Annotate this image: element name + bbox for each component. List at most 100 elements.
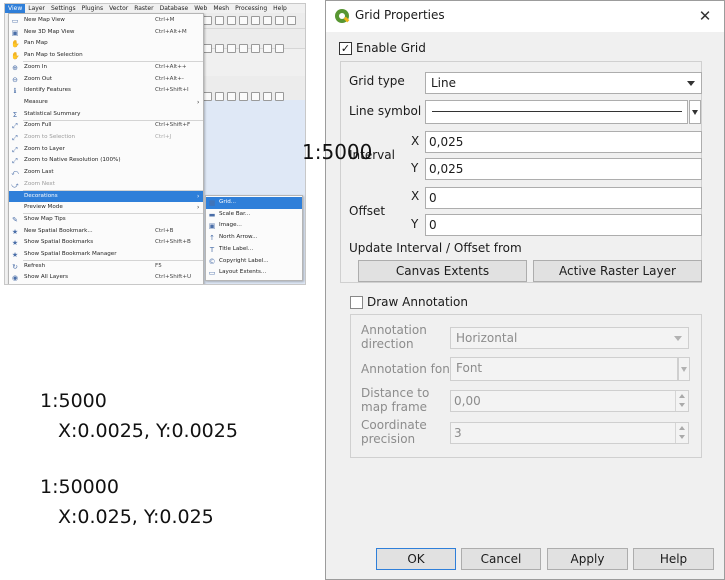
view-menu-item[interactable]: ▣ New 3D Map View Ctrl+Alt+M bbox=[9, 27, 203, 39]
offset-y-field[interactable]: 0 bbox=[425, 214, 702, 236]
menubar-item[interactable]: Processing bbox=[232, 4, 270, 13]
pan-to-selection-icon: ✋ bbox=[11, 52, 20, 61]
toolbar-button-icon[interactable] bbox=[251, 16, 260, 25]
toolbar-button-icon[interactable] bbox=[215, 92, 224, 101]
map-tips-icon: ✎ bbox=[12, 215, 18, 224]
view-menu-item[interactable]: ✋ Pan Map to Selection bbox=[9, 50, 203, 62]
menubar-item[interactable]: Vector bbox=[106, 4, 131, 13]
close-icon[interactable]: ✕ bbox=[695, 6, 715, 26]
menubar-item[interactable]: Web bbox=[191, 4, 210, 13]
toolbar-button-icon[interactable] bbox=[239, 92, 248, 101]
apply-button[interactable]: Apply bbox=[547, 548, 628, 570]
grid-type-combo[interactable]: Line bbox=[425, 72, 702, 94]
active-raster-layer-button[interactable]: Active Raster Layer bbox=[533, 260, 702, 282]
toolbar-button-icon[interactable] bbox=[251, 92, 260, 101]
chevron-down-icon bbox=[687, 81, 695, 86]
view-menu-item[interactable]: Σ Statistical Summary bbox=[9, 109, 203, 121]
view-menu-item[interactable]: Preview Mode › bbox=[9, 202, 203, 214]
view-menu-item[interactable]: ▭ New Map View Ctrl+M bbox=[9, 15, 203, 27]
view-menu-item[interactable]: ⤻ Zoom Next bbox=[9, 179, 203, 191]
toolbar-button-icon[interactable] bbox=[203, 92, 212, 101]
toolbar-button-icon[interactable] bbox=[203, 16, 212, 25]
decorations-menu-item[interactable]: ▭ Layout Extents... bbox=[206, 267, 302, 279]
toolbar-button-icon[interactable] bbox=[227, 16, 236, 25]
view-menu-item[interactable]: ⤢ Zoom to Native Resolution (100%) bbox=[9, 155, 203, 167]
menu-item-label: Show Spatial Bookmarks bbox=[24, 239, 94, 246]
enable-grid-checkbox[interactable]: ✓ bbox=[339, 42, 352, 55]
interval-y-field[interactable]: 0,025 bbox=[425, 158, 702, 180]
toolbar-button-icon[interactable] bbox=[263, 44, 272, 53]
menubar-item[interactable]: View bbox=[5, 4, 26, 13]
menu-item-shortcut: Ctrl+Shift+U bbox=[155, 274, 192, 281]
decorations-menu-item[interactable]: ↑ North Arrow... bbox=[206, 232, 302, 244]
view-menu-item[interactable]: ★ Show Spatial Bookmark Manager bbox=[9, 249, 203, 261]
cancel-button[interactable]: Cancel bbox=[461, 548, 541, 570]
menubar-item[interactable]: Settings bbox=[48, 4, 79, 13]
toolbar-button-icon[interactable] bbox=[215, 44, 224, 53]
menubar-item[interactable]: Mesh bbox=[210, 4, 232, 13]
qgis-logo-icon bbox=[335, 9, 349, 23]
menu-item-label: Zoom In bbox=[24, 63, 48, 70]
distance-value: 0,00 bbox=[454, 394, 481, 408]
draw-annotation-checkbox[interactable] bbox=[350, 296, 363, 309]
offset-x-field[interactable]: 0 bbox=[425, 187, 702, 209]
decorations-menu-item[interactable]: ▬ Scale Bar... bbox=[206, 209, 302, 221]
toolbar-button-icon[interactable] bbox=[287, 16, 296, 25]
decorations-menu-item[interactable]: ▦ Grid... bbox=[206, 197, 302, 209]
toolbar-button-icon[interactable] bbox=[251, 44, 260, 53]
toolbar-button-icon[interactable] bbox=[263, 92, 272, 101]
toolbar-button-icon[interactable] bbox=[275, 92, 284, 101]
view-menu-item[interactable]: Decorations › bbox=[9, 190, 203, 203]
view-menu-item[interactable]: ★ Show Spatial Bookmarks Ctrl+Shift+B bbox=[9, 237, 203, 249]
view-menu-item[interactable]: ⤺ Zoom Last bbox=[9, 167, 203, 179]
toolbar-button-icon[interactable] bbox=[215, 16, 224, 25]
view-menu-item[interactable]: ✎ Show Map Tips bbox=[9, 214, 203, 226]
submenu-arrow-icon: › bbox=[197, 98, 200, 106]
interval-x-field[interactable]: 0,025 bbox=[425, 131, 702, 153]
sum-icon: Σ bbox=[12, 110, 18, 119]
menubar-item[interactable]: Help bbox=[270, 4, 290, 13]
toolbar-button-icon[interactable] bbox=[263, 16, 272, 25]
menubar-item[interactable]: Plugins bbox=[79, 4, 107, 13]
view-menu-item[interactable]: ↻ Refresh F5 bbox=[9, 261, 203, 273]
screenshot-canvas: View Layer Settings Plugins Vector Raster Data… bbox=[0, 0, 725, 580]
canvas-extents-button[interactable]: Canvas Extents bbox=[358, 260, 527, 282]
view-menu-item[interactable]: ⤢ Zoom to Layer bbox=[9, 144, 203, 156]
view-menu-item[interactable]: ⊕ Zoom In Ctrl+Alt++ bbox=[9, 62, 203, 74]
toolbar-button-icon[interactable] bbox=[203, 44, 212, 53]
toolbar-button-icon[interactable] bbox=[275, 44, 284, 53]
toolbar-button-icon[interactable] bbox=[275, 16, 284, 25]
view-menu-item[interactable]: ✋ Pan Map bbox=[9, 38, 203, 50]
decorations-menu-item[interactable]: ▣ Image... bbox=[206, 220, 302, 232]
annotation-direction-combo[interactable]: Horizontal bbox=[450, 327, 689, 349]
view-menu-item[interactable]: ℹ Identify Features Ctrl+Shift+I bbox=[9, 85, 203, 97]
menubar-item[interactable]: Layer bbox=[25, 4, 48, 13]
spin-arrows-icon[interactable] bbox=[675, 391, 688, 411]
help-button[interactable]: Help bbox=[633, 548, 714, 570]
view-menu-item[interactable]: ⤢ Zoom to Selection Ctrl+J bbox=[9, 132, 203, 144]
decorations-menu-item[interactable]: T Title Label... bbox=[206, 244, 302, 256]
toolbar-button-icon[interactable] bbox=[239, 16, 248, 25]
decorations-menu-item[interactable]: © Copyright Label... bbox=[206, 256, 302, 268]
line-symbol-button[interactable] bbox=[425, 100, 688, 124]
view-menu-item[interactable]: ★ New Spatial Bookmark... Ctrl+B bbox=[9, 226, 203, 238]
toolbar-button-icon[interactable] bbox=[227, 44, 236, 53]
view-menu-item[interactable]: Measure › bbox=[9, 97, 203, 109]
title-bar[interactable]: Grid Properties ✕ bbox=[326, 1, 724, 32]
toolbar-button-icon[interactable] bbox=[239, 44, 248, 53]
annotation-font-button[interactable]: Font bbox=[450, 357, 678, 381]
line-symbol-dropdown[interactable] bbox=[689, 100, 701, 124]
zoom-selection-icon: ⤢ bbox=[12, 134, 18, 142]
view-menu-item[interactable]: ⤢ Zoom Full Ctrl+Shift+F bbox=[9, 120, 203, 132]
toolbar-button-icon[interactable] bbox=[227, 92, 236, 101]
spin-arrows-icon[interactable] bbox=[675, 423, 688, 443]
menubar-item[interactable]: Raster bbox=[131, 4, 156, 13]
ok-button[interactable]: OK bbox=[376, 548, 456, 570]
distance-spinbox[interactable]: 0,00 bbox=[450, 390, 689, 412]
view-menu-item[interactable]: ◉ Show All Layers Ctrl+Shift+U bbox=[9, 272, 203, 284]
menubar-item[interactable]: Database bbox=[157, 4, 192, 13]
annotation-font-dropdown[interactable] bbox=[678, 357, 690, 381]
menu-item-label: Zoom Full bbox=[24, 122, 52, 129]
precision-spinbox[interactable]: 3 bbox=[450, 422, 689, 444]
view-menu-item[interactable]: ⊖ Zoom Out Ctrl+Alt+- bbox=[9, 74, 203, 86]
